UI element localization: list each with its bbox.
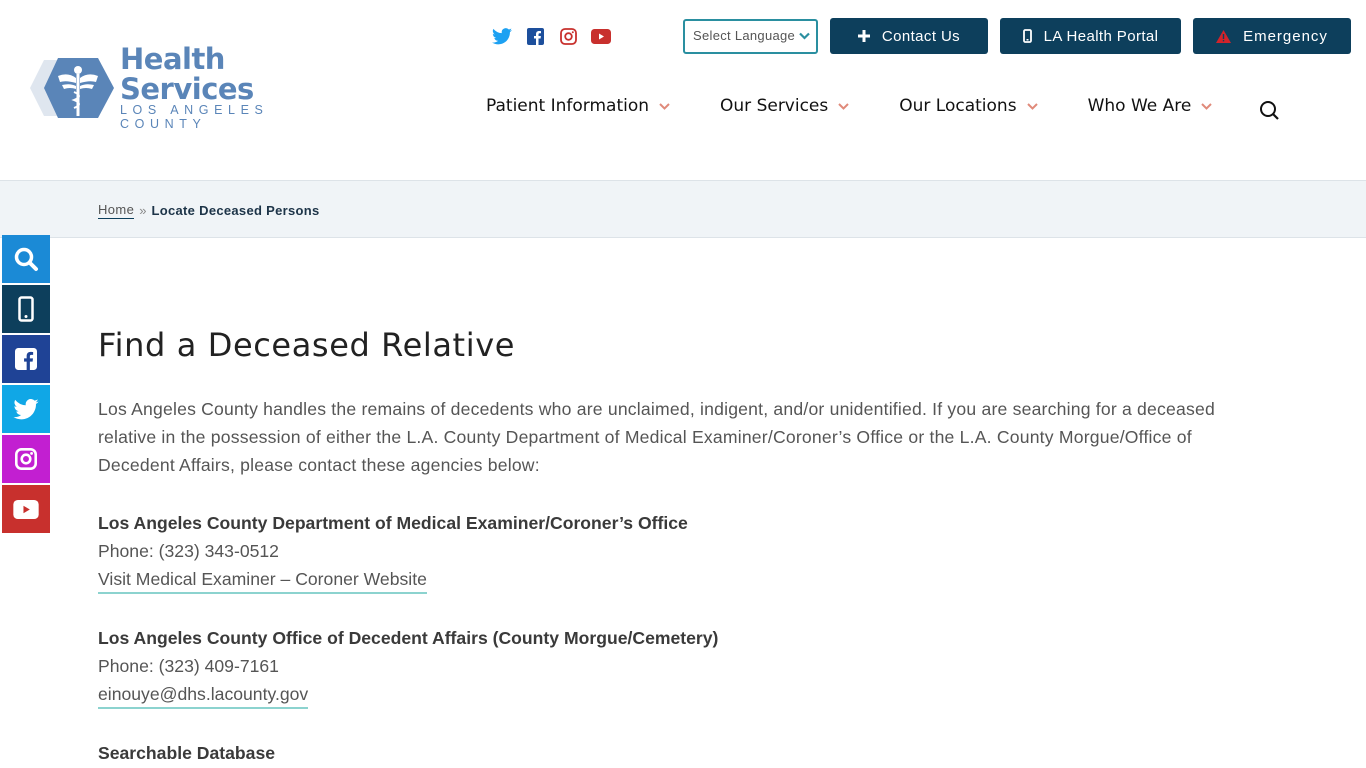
searchable-database-section: Searchable Database (98, 739, 1238, 767)
language-select[interactable]: Select Language (683, 19, 818, 54)
caduceus-logo-icon (30, 57, 114, 118)
agency-phone: Phone: (323) 343-0512 (98, 541, 279, 561)
agency-phone: Phone: (323) 409-7161 (98, 656, 279, 676)
logo-title: Health Services (120, 42, 254, 106)
side-twitter-button[interactable] (2, 385, 50, 433)
twitter-icon (13, 398, 39, 419)
emergency-button[interactable]: Emergency (1193, 18, 1351, 54)
breadcrumb-separator: » (139, 203, 147, 218)
language-select-value: Select Language (693, 28, 796, 43)
agency-coroner: Los Angeles County Department of Medical… (98, 509, 1238, 594)
contact-us-button[interactable]: Contact Us (830, 18, 988, 54)
nav-patient-information[interactable]: Patient Information (486, 96, 670, 116)
side-youtube-button[interactable] (2, 485, 50, 533)
youtube-icon[interactable] (591, 26, 611, 46)
breadcrumb: Home » Locate Deceased Persons (98, 202, 320, 219)
header-social-links (492, 26, 611, 46)
mobile-icon (18, 296, 34, 322)
side-search-button[interactable] (2, 235, 50, 283)
header-search-button[interactable] (1259, 100, 1280, 126)
la-health-portal-label: LA Health Portal (1043, 27, 1159, 45)
decedent-affairs-email-link[interactable]: einouye@dhs.lacounty.gov (98, 682, 309, 709)
site-header: Health Services LOS ANGELES COUNTY Selec… (0, 0, 1366, 180)
nav-who-we-are[interactable]: Who We Are (1088, 96, 1213, 116)
youtube-icon (13, 499, 39, 519)
instagram-icon (15, 448, 37, 470)
instagram-icon[interactable] (558, 26, 578, 46)
agency-decedent-affairs: Los Angeles County Office of Decedent Af… (98, 624, 1238, 709)
side-social-bar (2, 235, 50, 535)
site-logo[interactable]: Health Services LOS ANGELES COUNTY (30, 44, 350, 131)
agency-name: Los Angeles County Department of Medical… (98, 513, 688, 533)
facebook-icon[interactable] (525, 26, 545, 46)
nav-label: Patient Information (486, 96, 650, 116)
emergency-label: Emergency (1243, 27, 1328, 45)
chevron-down-icon (838, 102, 849, 110)
nav-our-locations[interactable]: Our Locations (899, 96, 1038, 116)
breadcrumb-bar: Home » Locate Deceased Persons (0, 180, 1366, 238)
mobile-icon (1022, 29, 1032, 43)
contact-us-label: Contact Us (881, 27, 961, 45)
breadcrumb-home-link[interactable]: Home (98, 202, 135, 219)
page-title: Find a Deceased Relative (98, 326, 516, 364)
chevron-down-icon (799, 32, 810, 40)
search-icon (1260, 101, 1279, 120)
chevron-down-icon (1026, 102, 1038, 110)
main-content: Find a Deceased Relative Los Angeles Cou… (98, 326, 1238, 767)
twitter-icon[interactable] (492, 26, 512, 46)
agency-name: Los Angeles County Office of Decedent Af… (98, 628, 719, 648)
side-mobile-button[interactable] (2, 285, 50, 333)
intro-paragraph: Los Angeles County handles the remains o… (98, 399, 1215, 475)
side-facebook-button[interactable] (2, 335, 50, 383)
nav-label: Our Services (720, 96, 829, 116)
la-health-portal-button[interactable]: LA Health Portal (1000, 18, 1181, 54)
nav-our-services[interactable]: Our Services (720, 96, 849, 116)
chevron-down-icon (1201, 102, 1213, 110)
chevron-down-icon (659, 102, 670, 110)
search-icon (14, 247, 38, 271)
breadcrumb-current: Locate Deceased Persons (151, 203, 320, 218)
facebook-icon (15, 348, 37, 370)
searchable-database-heading: Searchable Database (98, 743, 276, 763)
plus-icon (857, 30, 870, 42)
main-nav: Patient Information Our Services Our Loc… (486, 96, 1213, 116)
coroner-website-link[interactable]: Visit Medical Examiner – Coroner Website (98, 567, 427, 594)
logo-subtitle: LOS ANGELES COUNTY (120, 103, 269, 131)
side-instagram-button[interactable] (2, 435, 50, 483)
nav-label: Our Locations (899, 96, 1017, 116)
warning-icon (1216, 29, 1232, 43)
nav-label: Who We Are (1087, 96, 1192, 116)
